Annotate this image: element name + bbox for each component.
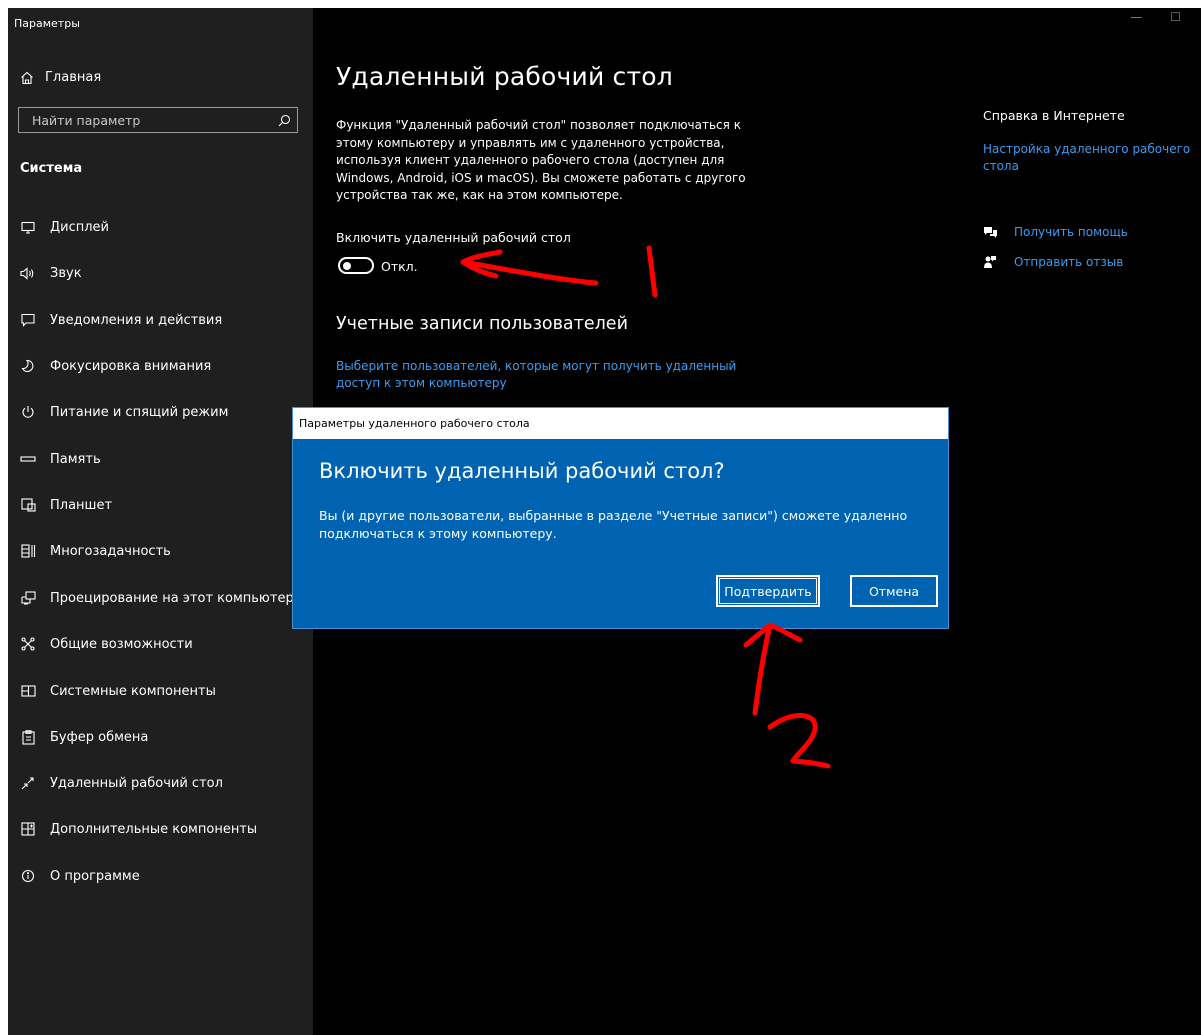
notification-icon [20, 312, 36, 328]
settings-window: — ☐ Параметры Главная Найти параметр Сис… [8, 8, 1201, 1035]
shared-experiences-icon [20, 636, 36, 652]
sidebar-item-label: Звук [50, 265, 82, 281]
moon-icon [20, 358, 36, 374]
sidebar-item-clipboard[interactable]: Буфер обмена [20, 729, 148, 745]
sidebar-home-label: Главная [45, 70, 102, 85]
sidebar-item-label: Фокусировка внимания [50, 358, 212, 374]
monitor-icon [20, 219, 36, 235]
system-components-icon [20, 683, 36, 699]
sidebar-item-label: Планшет [50, 497, 113, 513]
page-description: Функция "Удаленный рабочий стол" позволя… [336, 118, 746, 202]
sidebar-item-multitasking[interactable]: Многозадачность [20, 543, 171, 559]
get-help-label: Получить помощь [1014, 225, 1128, 239]
page-title: Удаленный рабочий стол [336, 62, 673, 91]
clipboard-icon [20, 729, 36, 745]
sidebar-section-title: Система [20, 161, 83, 176]
sidebar: Параметры Главная Найти параметр Система… [8, 8, 313, 1035]
sidebar-item-projecting[interactable]: Проецирование на этот компьютер [20, 590, 294, 606]
sidebar-item-system-components[interactable]: Системные компоненты [20, 683, 216, 699]
remote-desktop-toggle[interactable] [338, 257, 374, 274]
storage-icon [20, 451, 36, 467]
remote-desktop-toggle-label: Включить удаленный рабочий стол [336, 230, 571, 245]
user-accounts-heading: Учетные записи пользователей [336, 314, 628, 334]
sidebar-item-label: Буфер обмена [50, 729, 149, 745]
sidebar-item-display[interactable]: Дисплей [20, 219, 109, 235]
sidebar-item-label: Системные компоненты [50, 683, 216, 699]
dialog-titlebar: Параметры удаленного рабочего стола [293, 408, 948, 439]
setup-remote-desktop-link[interactable]: Настройка удаленного рабочего стола [983, 141, 1193, 175]
dialog-heading: Включить удаленный рабочий стол? [319, 459, 725, 483]
sidebar-item-shared-experiences[interactable]: Общие возможности [20, 636, 193, 652]
toggle-knob [343, 261, 351, 270]
sidebar-item-remote-desktop[interactable]: Удаленный рабочий стол [20, 775, 223, 791]
speaker-icon [20, 265, 36, 281]
chat-help-icon [983, 225, 999, 239]
optional-features-icon [20, 821, 36, 837]
remote-desktop-icon [20, 775, 36, 791]
sidebar-item-focus-assist[interactable]: Фокусировка внимания [20, 358, 211, 374]
sidebar-item-label: Общие возможности [50, 636, 193, 652]
get-help-link[interactable]: Получить помощь [983, 225, 1128, 239]
sidebar-item-label: Многозадачность [50, 543, 171, 559]
sidebar-item-power[interactable]: Питание и спящий режим [20, 404, 228, 420]
sidebar-item-sound[interactable]: Звук [20, 265, 82, 281]
tablet-icon [20, 497, 36, 513]
confirm-button[interactable]: Подтвердить [716, 575, 820, 607]
feedback-icon [983, 255, 999, 269]
help-title: Справка в Интернете [983, 108, 1125, 123]
dialog-text: Вы (и другие пользователи, выбранные в р… [319, 508, 908, 541]
app-title: Параметры [14, 17, 80, 30]
info-icon [20, 868, 36, 884]
cancel-button[interactable]: Отмена [850, 575, 938, 607]
sidebar-home[interactable]: Главная [20, 70, 101, 85]
toggle-state-text: Откл. [381, 259, 418, 274]
sidebar-item-tablet[interactable]: Планшет [20, 497, 112, 513]
sidebar-item-label: Уведомления и действия [50, 312, 223, 328]
sidebar-item-label: Память [50, 451, 101, 467]
home-icon [21, 71, 33, 84]
sidebar-item-storage[interactable]: Память [20, 451, 101, 467]
sidebar-item-about[interactable]: О программе [20, 868, 140, 884]
multitasking-icon [20, 543, 36, 559]
send-feedback-label: Отправить отзыв [1014, 255, 1124, 269]
send-feedback-link[interactable]: Отправить отзыв [983, 255, 1123, 269]
sidebar-item-optional-features[interactable]: Дополнительные компоненты [20, 821, 257, 837]
search-placeholder: Найти параметр [32, 112, 141, 128]
search-icon [278, 114, 291, 126]
sidebar-item-label: Дисплей [50, 219, 110, 235]
sidebar-item-label: Питание и спящий режим [50, 404, 229, 420]
remote-desktop-dialog: Параметры удаленного рабочего стола Вклю… [292, 407, 949, 629]
select-users-link[interactable]: Выберите пользователей, которые могут по… [336, 358, 776, 392]
sidebar-item-label: Проецирование на этот компьютер [50, 590, 294, 606]
sidebar-item-label: Удаленный рабочий стол [50, 775, 223, 791]
sidebar-item-label: О программе [50, 868, 140, 884]
projecting-icon [20, 590, 36, 606]
power-icon [20, 404, 36, 420]
sidebar-item-notifications[interactable]: Уведомления и действия [20, 312, 222, 328]
sidebar-item-label: Дополнительные компоненты [50, 821, 258, 837]
search-input[interactable]: Найти параметр [18, 107, 298, 133]
